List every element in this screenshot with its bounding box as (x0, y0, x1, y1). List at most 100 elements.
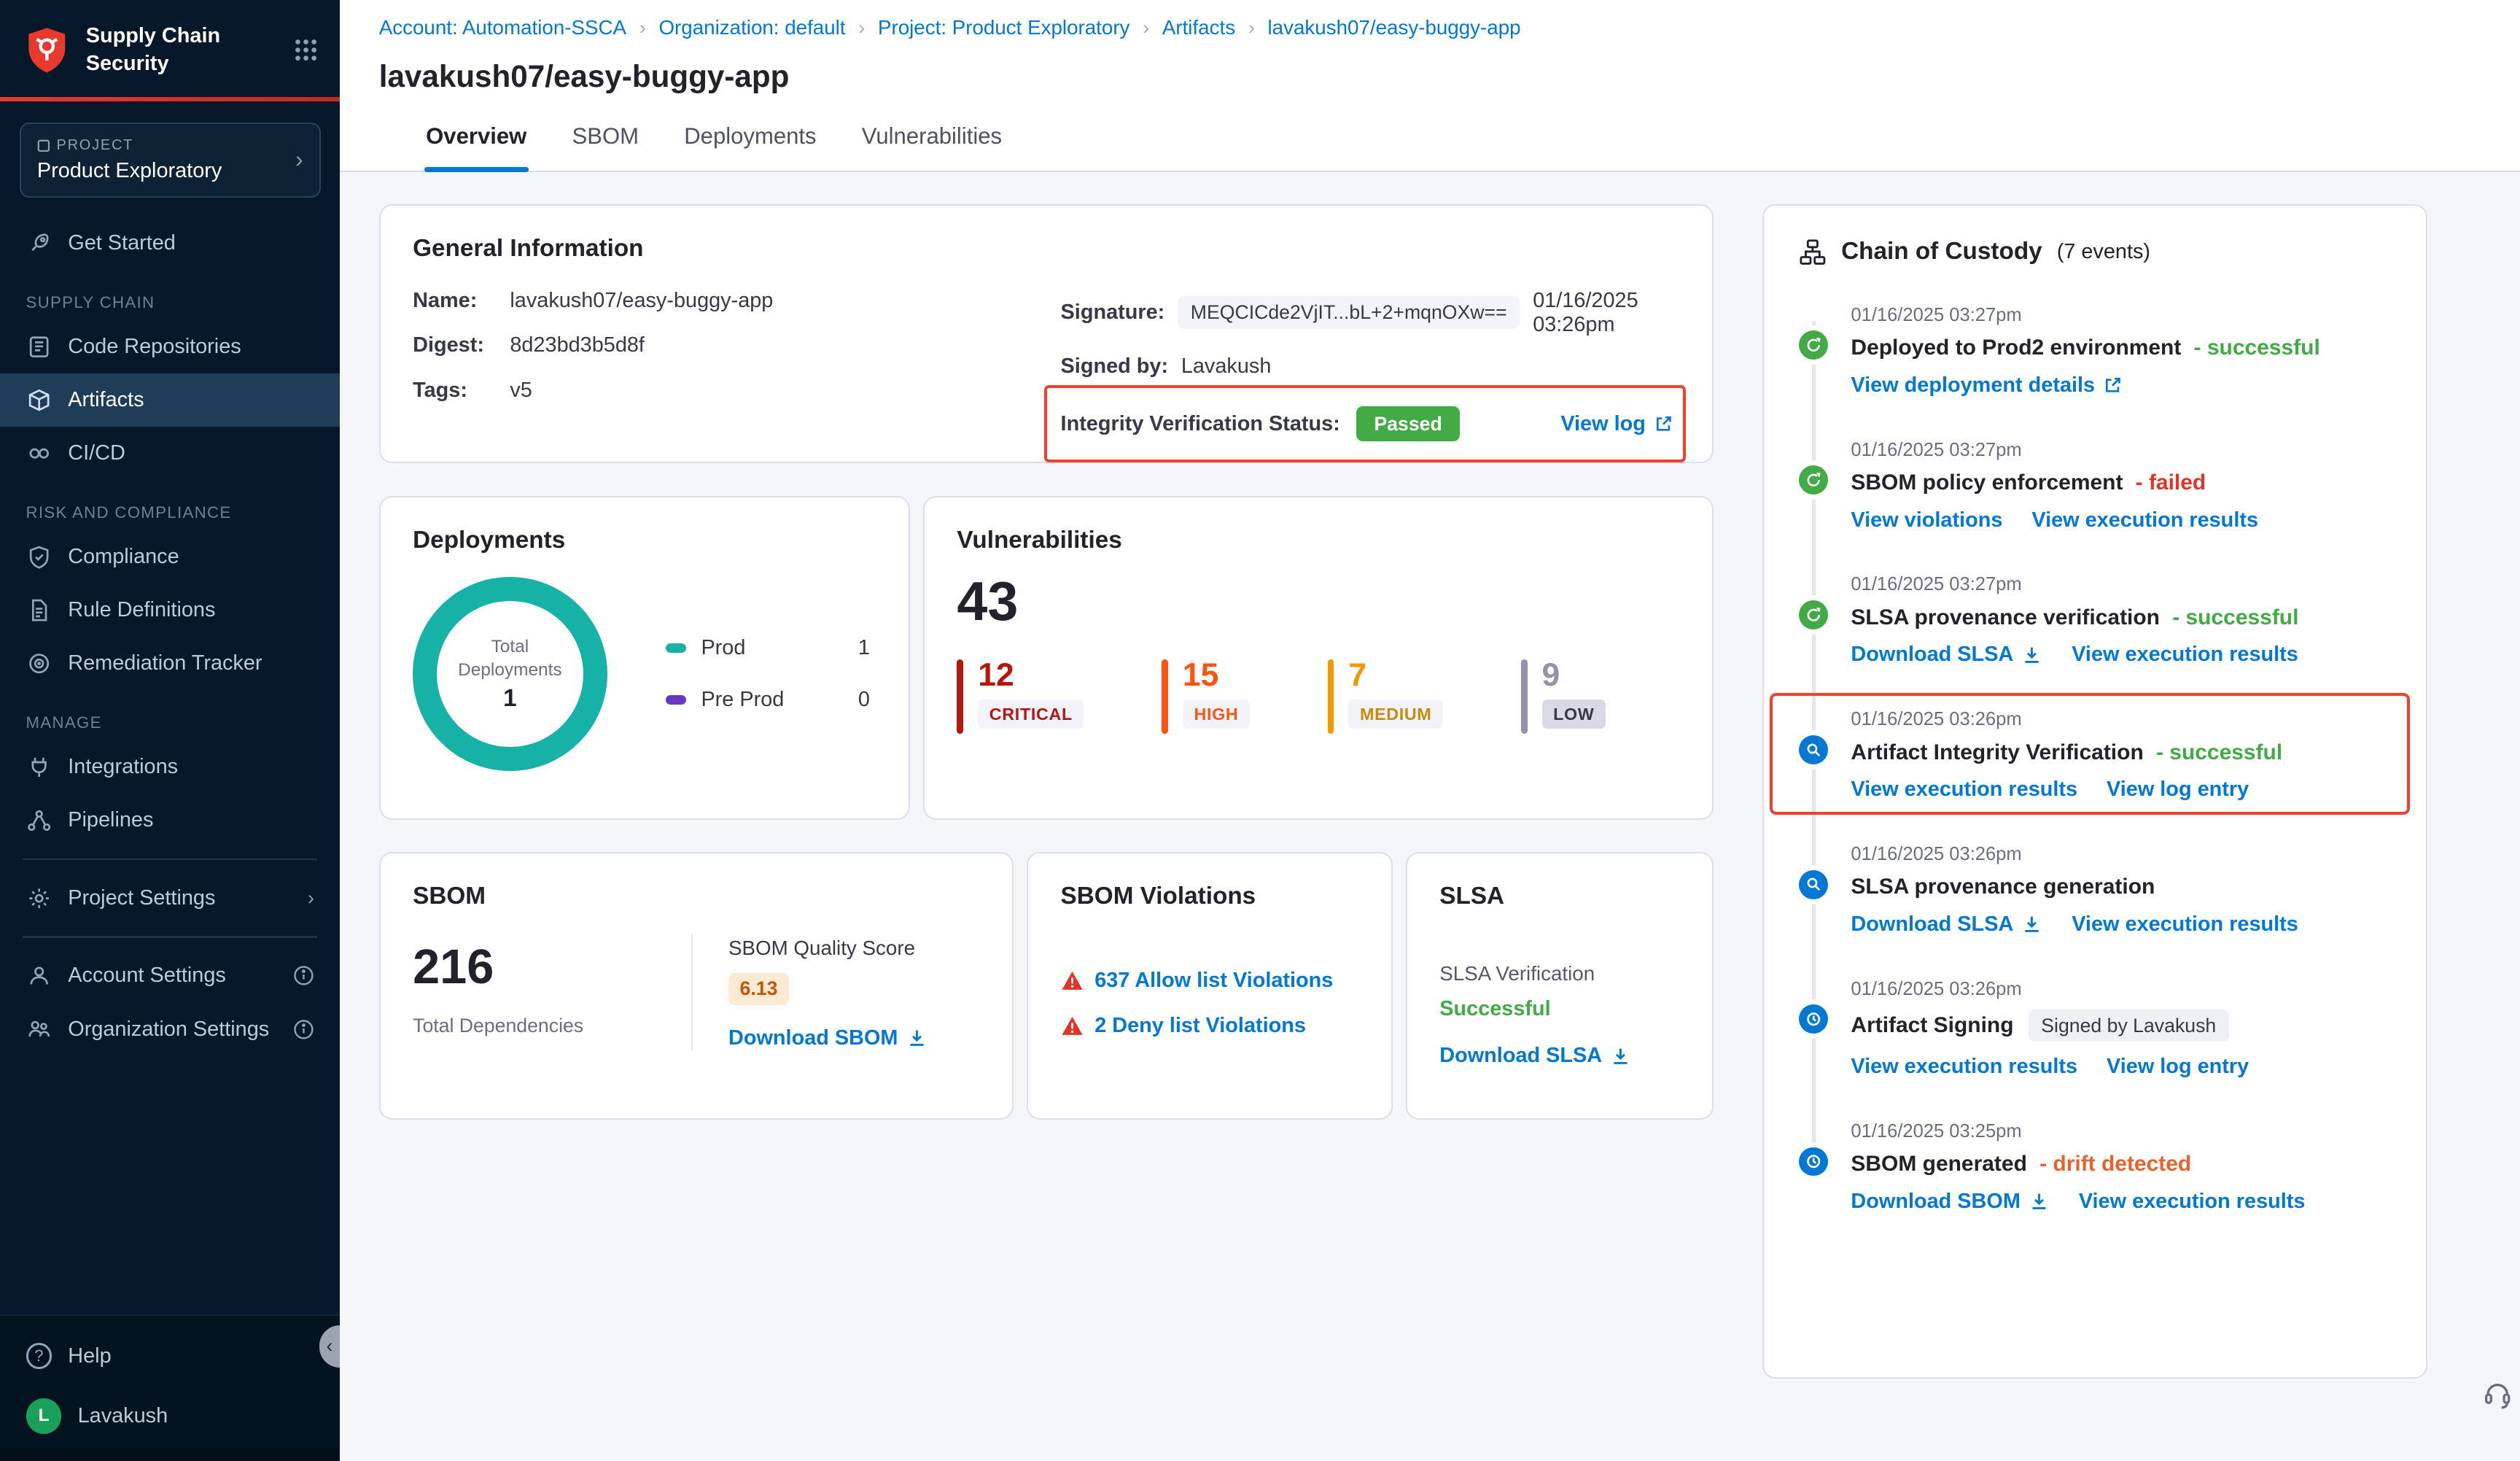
card-heading: SBOM (413, 883, 980, 910)
target-icon (26, 651, 52, 675)
view-execution-results-link[interactable]: View execution results (1851, 778, 2077, 802)
breadcrumb-artifacts[interactable]: Artifacts (1162, 16, 1235, 39)
pipelines-icon (26, 808, 52, 832)
event-title: SLSA provenance generation (1851, 875, 2390, 899)
breadcrumb-separator: › (639, 17, 646, 39)
module-grid-icon[interactable] (295, 39, 317, 61)
event-title: SBOM policy enforcement - failed (1851, 470, 2390, 495)
chevron-right-icon: › (295, 147, 303, 173)
tab-deployments[interactable]: Deployments (682, 120, 818, 170)
tab-vulnerabilities[interactable]: Vulnerabilities (860, 120, 1004, 170)
severity-label-badge: MEDIUM (1348, 700, 1443, 729)
sidebar-item-label: Account Settings (68, 964, 226, 988)
view-deployment-details-link[interactable]: View deployment details (1851, 373, 2122, 398)
sidebar-item-artifacts[interactable]: Artifacts (0, 373, 340, 427)
severity-count: 12 (978, 659, 1014, 691)
card-heading: General Information (413, 235, 1679, 263)
warning-icon (1061, 970, 1084, 991)
verify-event-icon (1799, 600, 1828, 629)
sidebar-item-get-started[interactable]: Get Started (0, 217, 340, 270)
sidebar-item-label: CI/CD (68, 441, 125, 465)
card-heading: Vulnerabilities (957, 527, 1679, 554)
breadcrumb-account[interactable]: Account: Automation-SSCA (379, 16, 626, 39)
sidebar-item-integrations[interactable]: Integrations (0, 740, 340, 794)
allow-list-violations-row: 637 Allow list Violations (1061, 969, 1359, 993)
section-manage: MANAGE (0, 690, 340, 740)
left-column: General Information Name:lavakush07/easy… (379, 204, 1714, 1120)
breadcrumb-organization[interactable]: Organization: default (658, 16, 845, 39)
sidebar-item-label: Artifacts (68, 388, 144, 412)
event-title: Artifact SigningSigned by Lavakush (1851, 1009, 2390, 1042)
event-status: - successful (2150, 740, 2283, 765)
allow-list-violations-link[interactable]: 637 Allow list Violations (1094, 969, 1333, 993)
slsa-card: SLSA SLSA Verification Successful Downlo… (1406, 852, 1714, 1119)
plug-icon (26, 755, 52, 779)
sidebar-item-organization-settings[interactable]: Organization Settings (0, 1002, 340, 1055)
download-icon (906, 1028, 928, 1049)
breadcrumb-separator: › (1143, 17, 1149, 39)
legend-item-pre-prod: Pre Prod 0 (666, 688, 876, 712)
main-area: Account: Automation-SSCA › Organization:… (340, 0, 2520, 1461)
signature-value: MEQCICde2VjIT...bL+2+mqnOXw== (1178, 296, 1520, 328)
deploy-event-icon (1799, 330, 1828, 360)
view-execution-results-link[interactable]: View execution results (2072, 643, 2298, 667)
sidebar-item-user[interactable]: L Lavakush (0, 1384, 340, 1449)
top-bar: Account: Automation-SSCA › Organization:… (340, 0, 2520, 94)
sidebar-item-pipelines[interactable]: Pipelines (0, 794, 340, 847)
tab-sbom[interactable]: SBOM (570, 120, 640, 170)
view-execution-results-link[interactable]: View execution results (1851, 1055, 2077, 1079)
view-violations-link[interactable]: View violations (1851, 508, 2002, 532)
project-icon (37, 139, 50, 152)
download-slsa-link[interactable]: Download SLSA (1439, 1044, 1631, 1068)
sidebar-item-remediation-tracker[interactable]: Remediation Tracker (0, 637, 340, 690)
rocket-icon (26, 231, 52, 255)
slsa-status: Successful (1439, 997, 1679, 1021)
view-log-entry-link[interactable]: View log entry (2107, 778, 2249, 802)
sbom-quality-score-label: SBOM Quality Score (728, 937, 980, 960)
tags-value: v5 (510, 379, 532, 403)
sidebar-nav: Get Started SUPPLY CHAIN Code Repositori… (0, 207, 340, 1066)
project-selector[interactable]: PROJECT Product Exploratory › (20, 123, 321, 197)
info-icon (293, 1019, 314, 1040)
severity-count: 7 (1348, 659, 1366, 691)
sidebar-item-account-settings[interactable]: Account Settings (0, 949, 340, 1002)
sidebar-item-cicd[interactable]: CI/CD (0, 427, 340, 480)
repo-icon (26, 335, 52, 359)
sidebar-item-help[interactable]: ? Help (0, 1328, 340, 1384)
sidebar-item-project-settings[interactable]: Project Settings › (0, 872, 340, 925)
sidebar-item-label: Remediation Tracker (68, 651, 262, 675)
support-chat-icon[interactable] (2481, 1380, 2513, 1412)
sidebar-item-rule-definitions[interactable]: Rule Definitions (0, 584, 340, 637)
event-status: - drift detected (2034, 1152, 2191, 1177)
download-sbom-link[interactable]: Download SBOM (1851, 1190, 2049, 1214)
divider (23, 859, 317, 860)
breadcrumb-project[interactable]: Project: Product Exploratory (878, 16, 1129, 39)
sidebar-header: Supply Chain Security (0, 0, 340, 97)
view-log-entry-link[interactable]: View log entry (2107, 1055, 2249, 1079)
sidebar-item-compliance[interactable]: Compliance (0, 530, 340, 584)
view-execution-results-link[interactable]: View execution results (2079, 1190, 2306, 1214)
magnifier-event-icon (1799, 870, 1828, 899)
severity-high: 15 HIGH (1162, 659, 1250, 734)
page-title: lavakush07/easy-buggy-app (379, 59, 2481, 94)
breadcrumb-current[interactable]: lavakush07/easy-buggy-app (1267, 16, 1520, 39)
download-slsa-link[interactable]: Download SLSA (1851, 643, 2042, 667)
download-sbom-link[interactable]: Download SBOM (728, 1026, 927, 1050)
sidebar-item-label: Compliance (68, 545, 179, 569)
sbom-violations-card: SBOM Violations 637 Allow list Violation… (1027, 852, 1393, 1119)
name-label: Name: (413, 289, 497, 313)
tab-overview[interactable]: Overview (424, 120, 529, 170)
sidebar-accent-bar (0, 97, 340, 102)
document-icon (26, 598, 52, 622)
digest-value: 8d23bd3b5d8f (510, 333, 645, 357)
view-execution-results-link[interactable]: View execution results (2031, 508, 2258, 532)
sidebar-item-label: Rule Definitions (68, 598, 215, 622)
sidebar-item-code-repositories[interactable]: Code Repositories (0, 320, 340, 373)
deny-list-violations-link[interactable]: 2 Deny list Violations (1094, 1014, 1306, 1038)
chain-of-custody-icon (1799, 239, 1827, 266)
panel-title: Chain of Custody (1841, 238, 2042, 266)
severity-label-badge: LOW (1542, 700, 1606, 729)
download-slsa-link[interactable]: Download SLSA (1851, 912, 2042, 937)
view-log-link[interactable]: View log (1560, 412, 1673, 436)
view-execution-results-link[interactable]: View execution results (2072, 912, 2298, 937)
